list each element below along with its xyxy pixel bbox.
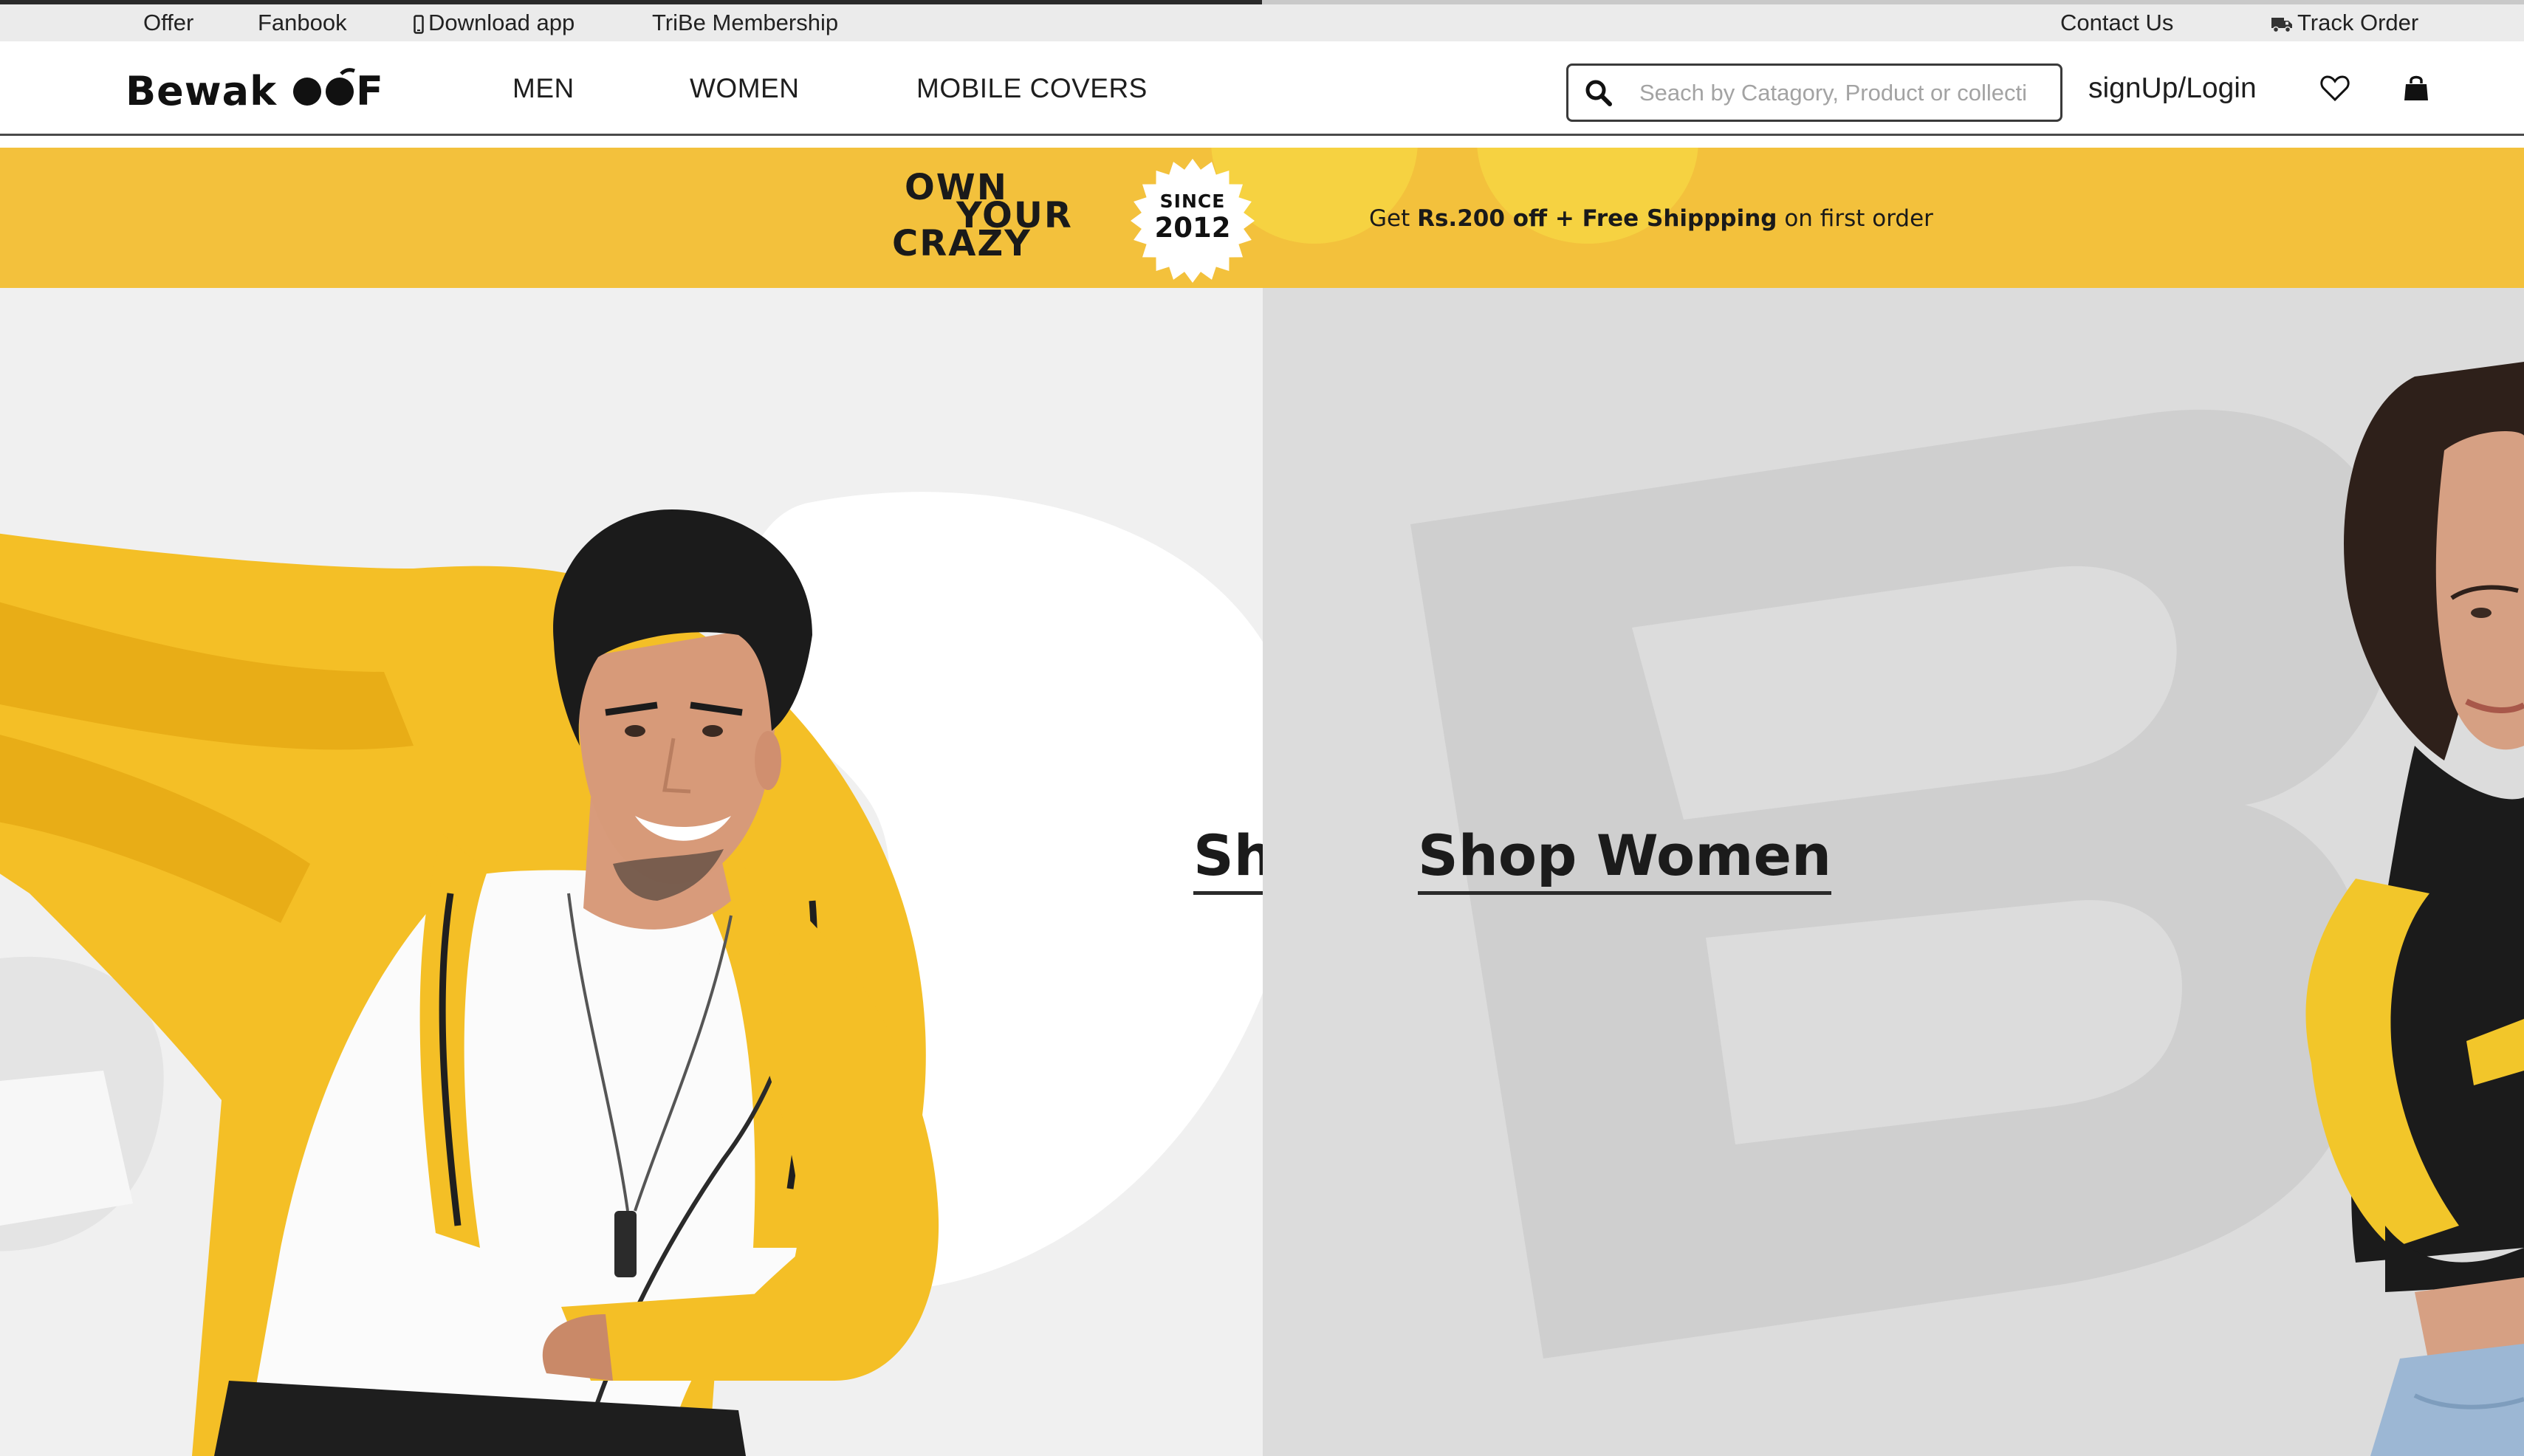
track-order-label: Track Order: [2297, 10, 2419, 35]
badge-since-label: SINCE: [1159, 190, 1226, 212]
contact-us-link[interactable]: Contact Us: [2060, 4, 2173, 41]
offer-link[interactable]: Offer: [143, 4, 193, 41]
offer-text: Get Rs.200 off + Free Shippping on first…: [1369, 205, 1933, 232]
offer-suffix: on first order: [1777, 205, 1933, 232]
shop-men-link[interactable]: Sh: [1193, 823, 1263, 895]
since-badge-text: SINCE 2012: [1130, 190, 1255, 244]
badge-year: 2012: [1154, 212, 1231, 244]
shopping-bag-icon: [2404, 75, 2428, 100]
nav-women[interactable]: WOMEN: [690, 41, 799, 136]
men-hero-image: [0, 492, 1263, 1456]
bewakoof-logo-mark: Bewak F: [126, 68, 383, 114]
offer-highlight: Rs.200 off + Free Shippping: [1417, 205, 1777, 232]
hero-section: Sh Shop Women: [0, 288, 2524, 1456]
utility-bar: Offer Fanbook Download app TriBe Members…: [0, 4, 2524, 41]
tagline-line: CRAZY: [892, 223, 1032, 264]
heart-icon: [2320, 75, 2350, 102]
signup-login-link[interactable]: signUp/Login: [2088, 41, 2257, 136]
download-app-link[interactable]: Download app: [414, 4, 575, 41]
search-box[interactable]: [1566, 63, 2062, 122]
bewakoof-logo[interactable]: Bewak F: [126, 66, 399, 114]
truck-icon: [2271, 17, 2292, 33]
women-hero-panel[interactable]: Shop Women: [1263, 288, 2524, 1456]
download-app-label: Download app: [428, 10, 575, 35]
wishlist-button[interactable]: [2319, 72, 2351, 105]
fanbook-link[interactable]: Fanbook: [258, 4, 347, 41]
nav-mobile-covers[interactable]: MOBILE COVERS: [916, 41, 1148, 136]
search-input[interactable]: [1639, 76, 2050, 110]
track-order-link[interactable]: Track Order: [2271, 4, 2418, 41]
nav-men[interactable]: MEN: [512, 41, 575, 136]
site-header: Bewak F MEN WOMEN MOBILE COVERS signUp/L…: [0, 41, 2524, 136]
promo-banner[interactable]: OWN YOUR CRAZY SINCE 2012 Get Rs.200 off…: [0, 148, 2524, 288]
cart-button[interactable]: [2400, 72, 2432, 105]
mobile-phone-icon: [414, 15, 424, 34]
offer-prefix: Get: [1369, 205, 1418, 232]
svg-text:Bewak: Bewak: [126, 68, 277, 112]
men-hero-panel[interactable]: Sh: [0, 288, 1263, 1456]
shop-women-link[interactable]: Shop Women: [1418, 823, 1832, 895]
svg-text:F: F: [356, 68, 383, 112]
search-icon[interactable]: [1585, 79, 1613, 107]
tribe-membership-link[interactable]: TriBe Membership: [652, 4, 838, 41]
page: Offer Fanbook Download app TriBe Members…: [0, 0, 2524, 1456]
